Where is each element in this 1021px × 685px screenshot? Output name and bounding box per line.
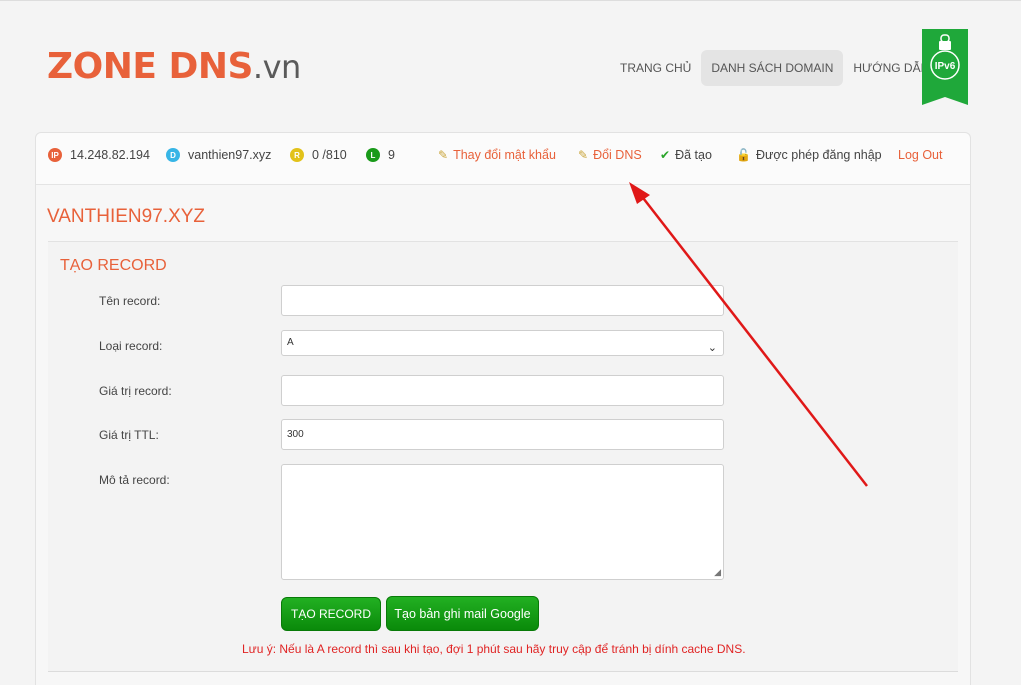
section-title: TẠO RECORD [60,257,167,274]
cache-note: Lưu ý: Nếu là A record thì sau khi tạo, … [242,642,746,656]
domain-value: vanthien97.xyz [188,148,272,162]
check-icon: ✔ [660,148,671,162]
ip-value: 14.248.82.194 [70,148,150,162]
login-allowed-label: Được phép đăng nhập [755,148,882,162]
level-badge-icon: L [366,148,380,162]
create-record-button[interactable]: TẠO RECORD [281,597,381,631]
pencil-icon: ✎ [438,148,449,162]
login-allowed-link[interactable]: 🔓 Được phép đăng nhập [736,148,882,162]
logo-tld: .vn [252,48,301,86]
domain-title: VANTHIEN97.XYZ [47,206,206,227]
ip-badge-icon: IP [48,148,62,162]
create-record-form: TẠO RECORD Tên record: Loại record: A ⌄ … [48,241,958,671]
description-label: Mô tả record: [99,473,170,487]
change-dns-label: Đổi DNS [593,148,642,162]
logout-link[interactable]: Log Out [898,148,942,162]
record-type-label: Loại record: [99,339,163,353]
ip-info: IP 14.248.82.194 [48,148,150,162]
domain-info: D vanthien97.xyz [166,148,271,162]
domain-badge-icon: D [166,148,180,162]
chevron-down-icon: ⌄ [707,342,717,354]
description-textarea[interactable]: ◢ [281,464,724,580]
pencil-icon: ✎ [578,148,589,162]
record-name-input[interactable] [281,285,724,316]
level-value: 9 [388,148,395,162]
logo[interactable]: ZONE DNS.vn [47,45,301,89]
record-value-label: Giá trị record: [99,384,172,398]
record-type-value: A [287,337,294,348]
logo-main: ZONE DNS [47,46,253,87]
level-info: L 9 [366,148,395,162]
created-label: Đã tạo [675,148,712,162]
records-value: 0 /810 [312,148,347,162]
created-link[interactable]: ✔ Đã tạo [660,148,712,162]
record-value-input[interactable] [281,375,724,406]
ipv6-text: IPv6 [935,61,956,72]
ttl-input[interactable]: 300 [281,419,724,450]
resize-handle-icon[interactable]: ◢ [714,567,721,578]
main-nav: TRANG CHỦ DANH SÁCH DOMAIN HƯỚNG DẪN [610,50,939,86]
change-password-link[interactable]: ✎ Thay đổi mật khẩu [438,148,556,162]
records-badge-icon: R [290,148,304,162]
nav-domain-list[interactable]: DANH SÁCH DOMAIN [701,50,844,86]
google-mail-record-button[interactable]: Tạo bản ghi mail Google [386,596,539,631]
form-bottom-divider [48,671,958,672]
records-info: R 0 /810 [290,148,347,162]
main-panel: IP 14.248.82.194 D vanthien97.xyz R 0 /8… [35,132,971,685]
ttl-label: Giá trị TTL: [99,428,159,442]
ipv6-ready-badge: IPv6 [922,29,968,105]
unlock-icon: 🔓 [736,148,751,162]
record-name-label: Tên record: [99,294,161,308]
account-infobar: IP 14.248.82.194 D vanthien97.xyz R 0 /8… [36,133,970,185]
change-password-label: Thay đổi mật khẩu [453,148,556,162]
change-dns-link[interactable]: ✎ Đổi DNS [578,148,642,162]
nav-home[interactable]: TRANG CHỦ [610,50,701,86]
record-type-select[interactable]: A ⌄ [281,330,724,356]
